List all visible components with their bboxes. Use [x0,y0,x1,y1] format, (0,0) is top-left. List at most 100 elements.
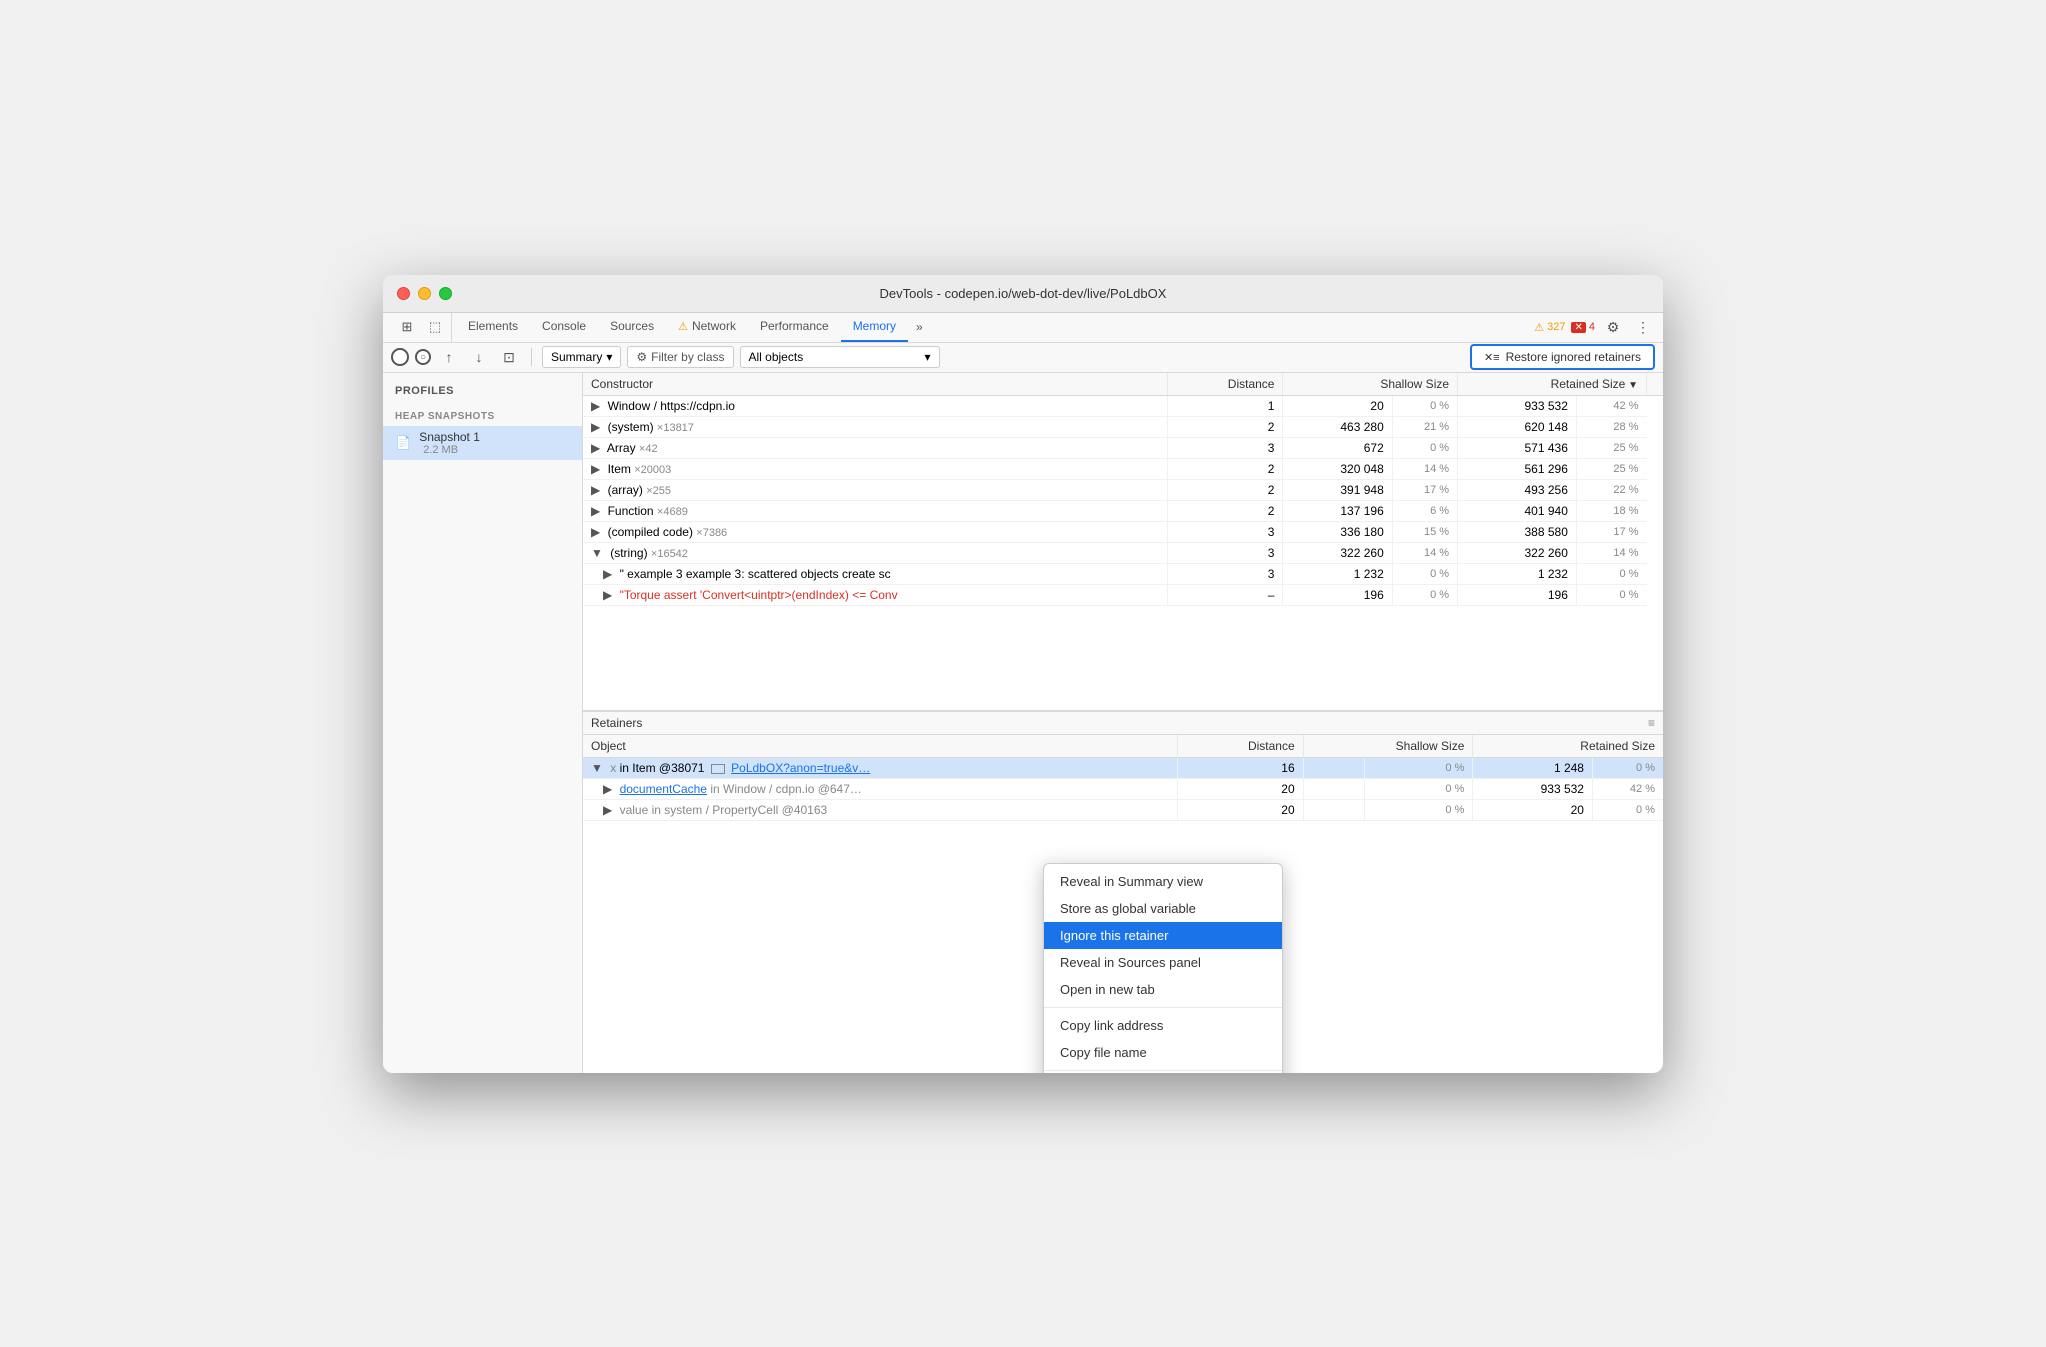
tab-bar: ⊞ ⬚ Elements Console Sources ⚠ Network P… [383,313,1663,343]
sidebar-item-snapshot1[interactable]: 📄 Snapshot 1 2.2 MB [383,426,582,460]
snapshot-label: Snapshot 1 [419,430,480,444]
expand-icon[interactable]: ▶ [603,588,612,602]
expand-icon[interactable]: ▶ [603,782,612,796]
table-row[interactable]: ▶ (compiled code) ×7386 3 336 180 15 % 3… [583,521,1663,542]
sidebar: Profiles HEAP SNAPSHOTS 📄 Snapshot 1 2.2… [383,373,583,1073]
maximize-button[interactable] [439,287,452,300]
table-row[interactable]: ▶ (array) ×255 2 391 948 17 % 493 256 22… [583,479,1663,500]
sidebar-title: Profiles [383,385,582,403]
more-tabs-button[interactable]: » [908,313,931,342]
filter-icon: ⚙ [636,350,647,364]
expand-icon[interactable]: ▼ [591,546,603,560]
retainers-header: Retainers ≡ [583,711,1663,735]
main-content: Profiles HEAP SNAPSHOTS 📄 Snapshot 1 2.2… [383,373,1663,1073]
table-row[interactable]: ▶ Array ×42 3 672 0 % 571 436 25 % [583,437,1663,458]
expand-icon[interactable]: ▼ [591,761,603,775]
close-button[interactable] [397,287,410,300]
chevron-down-icon: ▾ [924,350,930,364]
tab-sources[interactable]: Sources [598,313,666,342]
tab-console[interactable]: Console [530,313,598,342]
retainer-distance-header: Distance [1177,735,1303,758]
device-icon[interactable]: ⬚ [423,315,447,339]
download-button[interactable]: ↓ [467,345,491,369]
heap-table[interactable]: Constructor Distance Shallow Size Retain… [583,373,1663,712]
retainer-retained-header: Retained Size [1473,735,1663,758]
menu-separator-2 [1044,1070,1282,1071]
table-area: Constructor Distance Shallow Size Retain… [583,373,1663,1073]
record-button[interactable] [391,348,409,366]
expand-icon[interactable]: ▶ [591,462,600,476]
toolbar-right: ⚠ 327 ✕ 4 ⚙ ⋮ [1534,313,1655,342]
tab-memory[interactable]: Memory [841,313,908,342]
expand-icon[interactable]: ▶ [591,441,600,455]
context-menu: Reveal in Summary view Store as global v… [1043,863,1283,1073]
warning-icon: ⚠ [1534,321,1544,334]
distance-header: Distance [1168,373,1283,396]
shallow-size-header: Shallow Size [1283,373,1458,396]
menu-item-reveal-summary[interactable]: Reveal in Summary view [1044,868,1282,895]
constructor-header: Constructor [583,373,1168,396]
menu-item-store-global[interactable]: Store as global variable [1044,895,1282,922]
error-icon: ✕ [1571,322,1585,333]
object-header: Object [583,735,1177,758]
expand-icon[interactable]: ▶ [591,399,600,413]
snapshot-size: 2.2 MB [423,444,480,456]
expand-icon[interactable]: ▶ [591,504,600,518]
sidebar-section-title: HEAP SNAPSHOTS [383,403,582,426]
retainer-row[interactable]: ▼ x in Item @38071 PoLdbOX?anon=true&v… … [583,758,1663,779]
restore-button[interactable]: ✕≡ Restore ignored retainers [1470,344,1655,370]
table-row[interactable]: ▶ Window / https://cdpn.io 1 20 0 % 933 … [583,395,1663,416]
restore-icon: ✕≡ [1484,351,1500,364]
filter-button[interactable]: ⚙ Filter by class [627,346,733,368]
collect-button[interactable]: ⊡ [497,345,521,369]
more-options-icon[interactable]: ⋮ [1631,315,1655,339]
memory-toolbar: ○ ↑ ↓ ⊡ Summary ▾ ⚙ Filter by class All … [383,343,1663,373]
retained-size-header[interactable]: Retained Size [1458,373,1647,396]
retainers-data-table: Object Distance Shallow Size Retained Si… [583,735,1663,821]
objects-select[interactable]: All objects ▾ [740,346,940,368]
menu-separator [1044,1007,1282,1008]
upload-button[interactable]: ↑ [437,345,461,369]
menu-item-open-tab[interactable]: Open in new tab [1044,976,1282,1003]
expand-icon[interactable]: ▶ [603,803,612,817]
traffic-lights [397,287,452,300]
tab-performance[interactable]: Performance [748,313,841,342]
expand-icon[interactable]: ▶ [591,420,600,434]
menu-item-ignore-retainer[interactable]: Ignore this retainer [1044,922,1282,949]
menu-item-reveal-sources[interactable]: Reveal in Sources panel [1044,949,1282,976]
tab-network[interactable]: ⚠ Network [666,313,748,342]
window-title: DevTools - codepen.io/web-dot-dev/live/P… [880,286,1167,301]
table-row[interactable]: ▶ Item ×20003 2 320 048 14 % 561 296 25 … [583,458,1663,479]
retainer-row[interactable]: ▶ value in system / PropertyCell @40163 … [583,800,1663,821]
table-row[interactable]: ▶ " example 3 example 3: scattered objec… [583,563,1663,584]
menu-item-copy-link[interactable]: Copy link address [1044,1012,1282,1039]
settings-icon[interactable]: ⚙ [1601,315,1625,339]
stop-button[interactable]: ○ [415,349,431,365]
source-link[interactable]: PoLdbOX?anon=true&v… [731,761,870,775]
expand-icon[interactable]: ▶ [591,483,600,497]
table-row[interactable]: ▶ (system) ×13817 2 463 280 21 % 620 148… [583,416,1663,437]
expand-icon[interactable]: ▶ [591,525,600,539]
tab-elements[interactable]: Elements [456,313,530,342]
table-row[interactable]: ▶ Function ×4689 2 137 196 6 % 401 940 1… [583,500,1663,521]
inspect-icon[interactable]: ⊞ [395,315,419,339]
scroll-col [1647,373,1664,396]
devtools-window: DevTools - codepen.io/web-dot-dev/live/P… [383,275,1663,1073]
retainer-row[interactable]: ▶ documentCache in Window / cdpn.io @647… [583,779,1663,800]
retainers-scroll-icon: ≡ [1648,716,1655,730]
menu-item-copy-filename[interactable]: Copy file name [1044,1039,1282,1066]
constructor-table: Constructor Distance Shallow Size Retain… [583,373,1663,606]
snapshot-icon: 📄 [395,435,411,451]
table-row[interactable]: ▼ (string) ×16542 3 322 260 14 % 322 260… [583,542,1663,563]
title-bar: DevTools - codepen.io/web-dot-dev/live/P… [383,275,1663,313]
chevron-down-icon: ▾ [606,350,612,364]
table-row[interactable]: ▶ "Torque assert 'Convert<uintptr>(endIn… [583,584,1663,605]
summary-select[interactable]: Summary ▾ [542,346,621,368]
warning-badge: ⚠ 327 [1534,321,1565,334]
network-warning-icon: ⚠ [678,320,688,333]
error-badge: ✕ 4 [1571,321,1595,333]
minimize-button[interactable] [418,287,431,300]
expand-icon[interactable]: ▶ [603,567,612,581]
document-cache-link[interactable]: documentCache [620,782,707,796]
retainer-shallow-header: Shallow Size [1303,735,1473,758]
